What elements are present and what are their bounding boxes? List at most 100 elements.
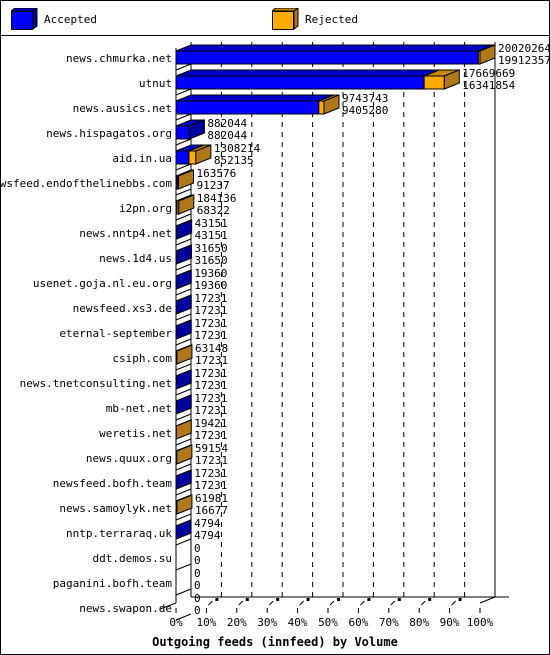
bar-group — [175, 119, 205, 146]
value-label-accepted: 882044 — [207, 129, 247, 142]
floor-tick — [299, 600, 304, 606]
floor-tick — [329, 600, 335, 606]
row-divider — [175, 263, 192, 271]
value-label-accepted: 19360 — [194, 279, 227, 292]
value-label-accepted: 16677 — [195, 504, 228, 517]
floor-tick-mark — [245, 598, 249, 601]
bar-group — [175, 369, 192, 396]
bar-side — [176, 219, 193, 240]
floor-tick-mark — [458, 598, 462, 601]
floor-right-edge — [479, 596, 496, 604]
row-divider — [175, 313, 192, 321]
value-label-accepted: 17231 — [194, 429, 227, 442]
row-divider — [175, 63, 192, 71]
value-label-accepted: 31650 — [194, 254, 227, 267]
floor-tick-mark — [367, 598, 371, 601]
row-divider — [175, 563, 192, 571]
floor-tick-mark — [397, 598, 401, 601]
value-label-accepted: 17231 — [194, 329, 227, 342]
x-axis-title: Outgoing feeds (innfeed) by Volume — [152, 635, 398, 649]
row-divider — [175, 488, 192, 496]
bar-side — [176, 444, 193, 465]
row-divider — [175, 513, 192, 521]
value-label-accepted: 17231 — [194, 479, 227, 492]
floor-tick — [420, 600, 426, 606]
bar-side — [176, 344, 193, 365]
row-divider — [175, 113, 192, 121]
floor-tick-mark — [337, 598, 340, 601]
bar-side — [175, 269, 192, 290]
x-tick-label: 50% — [318, 616, 338, 629]
bar-accepted — [175, 50, 479, 65]
category-label: i2pn.org — [119, 202, 172, 215]
row-divider — [175, 438, 192, 446]
value-label-accepted: 0 — [194, 554, 201, 567]
bar-group — [175, 344, 193, 371]
row-divider — [175, 463, 192, 471]
bar-side — [175, 519, 192, 540]
bar-group — [175, 219, 193, 246]
x-tick-label: 80% — [409, 616, 429, 629]
row-divider — [175, 213, 192, 221]
row-divider — [175, 588, 192, 596]
x-tick-label: 10% — [196, 616, 216, 629]
x-tick-label: 100% — [467, 616, 494, 629]
bar-group — [175, 419, 192, 446]
category-label: nntp.terraraq.uk — [66, 527, 172, 540]
bar-side — [175, 294, 192, 315]
category-label: utnut — [139, 77, 172, 90]
value-label-accepted: 17231 — [195, 354, 228, 367]
category-label: news.hispagatos.org — [46, 127, 172, 140]
bar-accepted — [175, 100, 320, 115]
x-tick-label: 30% — [257, 616, 277, 629]
category-label: news.samoylyk.net — [59, 502, 172, 515]
category-label: news.quux.org — [86, 452, 172, 465]
bar-accepted-top — [175, 44, 494, 52]
bar-group — [175, 469, 192, 496]
grid — [220, 42, 466, 597]
category-label: newsfeed.endofthelinebbs.com — [0, 177, 172, 190]
row-divider — [175, 238, 192, 246]
bar-accepted-top — [175, 69, 440, 77]
floor-tick-mark — [215, 598, 219, 601]
x-tick-label: 40% — [288, 616, 308, 629]
x-tick-label: 0% — [169, 616, 183, 629]
bar-rejected — [423, 75, 445, 90]
value-label-accepted: 16341854 — [462, 79, 515, 92]
category-label: news.ausics.net — [73, 102, 172, 115]
value-label-accepted: 9405280 — [342, 104, 388, 117]
value-label-accepted: 17231 — [194, 379, 227, 392]
floor-tick — [268, 600, 274, 606]
row-divider — [175, 363, 192, 371]
value-label-accepted: 43151 — [195, 229, 228, 242]
floor-tick — [208, 600, 213, 606]
bar-side — [178, 194, 195, 215]
bar-group — [175, 94, 340, 121]
bar-group — [175, 269, 192, 296]
floor-tick — [451, 600, 456, 606]
row-divider — [175, 188, 192, 196]
category-label: weretis.net — [99, 427, 172, 440]
bar-accepted — [175, 150, 190, 165]
value-label-accepted: 852135 — [214, 154, 254, 167]
category-label: news.swapon.de — [79, 602, 172, 615]
bar-accepted — [175, 75, 425, 90]
category-label: news.tnetconsulting.net — [20, 377, 172, 390]
bar-rejected — [188, 150, 197, 165]
bar-side — [175, 244, 192, 265]
category-label: eternal-september — [59, 327, 172, 340]
floor-tick-mark — [306, 598, 310, 601]
bar-group — [175, 494, 193, 521]
category-label: mb-net.net — [106, 402, 172, 415]
bar-accepted-top — [175, 94, 335, 102]
floor-tick-mark — [428, 598, 432, 601]
floor-tick-mark — [276, 598, 280, 601]
x-tick-label: 70% — [379, 616, 399, 629]
labels: 0% 10% 20% 30% 40% 50% 60% 70% 80% 90% 100% news.ch… — [0, 42, 550, 629]
x-tick-label: 60% — [348, 616, 368, 629]
category-label: newsfeed.xs3.de — [73, 302, 172, 315]
bar-group — [175, 563, 192, 571]
bar-side — [175, 469, 192, 490]
bar-group — [175, 588, 192, 596]
category-label: aid.in.ua — [112, 152, 172, 165]
